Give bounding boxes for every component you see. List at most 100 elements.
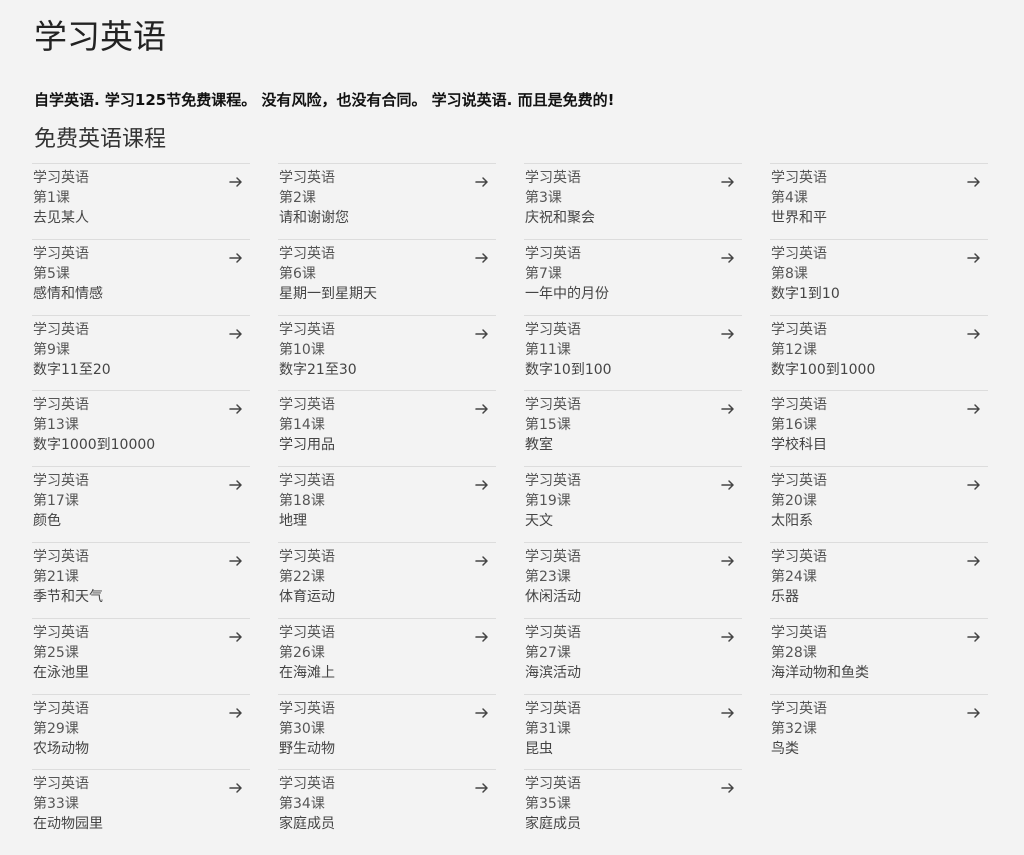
arrow-right-icon bbox=[721, 177, 734, 187]
lesson-link[interactable]: 学习英语 第2课 请和谢谢您 bbox=[278, 163, 496, 239]
arrow-right-icon bbox=[475, 328, 488, 339]
lesson-prefix: 学习英语 bbox=[525, 473, 581, 490]
lesson-name: 体育运动 bbox=[279, 588, 335, 605]
lesson-link[interactable]: 学习英语 第1课 去见某人 bbox=[32, 163, 250, 239]
lesson-link[interactable]: 学习英语 第8课 数字1到10 bbox=[770, 238, 988, 315]
lesson-link[interactable]: 学习英语 第33课 在动物园里 bbox=[32, 769, 250, 845]
lesson-link[interactable]: 学习英语 第34课 家庭成员 bbox=[278, 769, 496, 845]
arrow-right-icon bbox=[721, 632, 734, 642]
lesson-link[interactable]: 学习英语 第20课 太阳系 bbox=[770, 466, 988, 542]
arrow-right-icon bbox=[475, 707, 488, 718]
lesson-link[interactable]: 学习英语 第18课 地理 bbox=[278, 466, 496, 542]
lesson-name: 学校科目 bbox=[771, 437, 827, 454]
lesson-name: 请和谢谢您 bbox=[279, 210, 349, 226]
arrow-right-icon bbox=[475, 783, 488, 794]
section-title: 免费英语课程 bbox=[34, 127, 167, 152]
lesson-number: 第19课 bbox=[525, 493, 571, 510]
lesson-name: 一年中的月份 bbox=[525, 285, 609, 302]
lesson-number: 第20课 bbox=[771, 493, 817, 510]
arrow-right-icon bbox=[967, 632, 980, 642]
lesson-number: 第12课 bbox=[771, 341, 817, 358]
lesson-link[interactable]: 学习英语 第16课 学校科目 bbox=[770, 390, 988, 466]
lesson-link[interactable]: 学习英语第25课在泳池里 bbox=[32, 617, 250, 694]
lesson-number: 第22课 bbox=[279, 568, 325, 585]
lesson-link[interactable]: 学习英语 第26课 在海滩上 bbox=[278, 617, 496, 694]
lesson-name: 野生动物 bbox=[279, 740, 335, 757]
lesson-prefix: 学习英语 bbox=[33, 321, 89, 338]
lesson-prefix: 学习英语 bbox=[771, 321, 827, 338]
lesson-link[interactable]: 学习英语 第23课 休闲活动 bbox=[524, 541, 742, 618]
lesson-number: 第25课 bbox=[33, 644, 79, 661]
lesson-prefix: 学习英语 bbox=[525, 397, 581, 414]
lesson-number: 第35课 bbox=[525, 796, 571, 813]
lesson-number: 第11课 bbox=[525, 341, 571, 358]
lesson-link[interactable]: 学习英语第19课天文 bbox=[524, 466, 742, 542]
lesson-name: 海滨活动 bbox=[525, 664, 581, 681]
lesson-number: 第6课 bbox=[279, 265, 316, 282]
lesson-name: 数字100到1000 bbox=[771, 361, 876, 378]
lesson-number: 第32课 bbox=[771, 720, 817, 737]
lesson-link[interactable]: 学习英语 第28课 海洋动物和鱼类 bbox=[770, 617, 988, 694]
lesson-prefix: 学习英语 bbox=[33, 624, 89, 641]
lesson-number: 第24课 bbox=[771, 568, 817, 585]
arrow-right-icon bbox=[721, 480, 734, 490]
lesson-link[interactable]: 学习英语 第7课 一年中的月份 bbox=[524, 238, 742, 315]
lesson-link[interactable]: 学习英语 第3课 庆祝和聚会 bbox=[524, 163, 742, 239]
lesson-prefix: 学习英语 bbox=[771, 170, 827, 186]
lesson-link[interactable]: 学习英语 第11课 数字10到100 bbox=[524, 314, 742, 391]
arrow-right-icon bbox=[475, 556, 488, 566]
lesson-link[interactable]: 学习英语 第29课 农场动物 bbox=[32, 693, 250, 770]
arrow-right-icon bbox=[967, 253, 980, 263]
lesson-prefix: 学习英语 bbox=[33, 170, 89, 186]
lesson-link[interactable]: 学习英语 第14课 学习用品 bbox=[278, 390, 496, 466]
lesson-prefix: 学习英语 bbox=[525, 700, 581, 717]
lesson-prefix: 学习英语 bbox=[279, 245, 335, 262]
arrow-right-icon bbox=[721, 783, 734, 794]
arrow-right-icon bbox=[721, 253, 734, 263]
lesson-link[interactable]: 学习英语 第6课 星期一到星期天 bbox=[278, 238, 496, 315]
lesson-prefix: 学习英语 bbox=[771, 700, 827, 717]
arrow-right-icon bbox=[721, 556, 734, 566]
lesson-link[interactable]: 学习英语 第24课 乐器 bbox=[770, 541, 988, 618]
lesson-name: 昆虫 bbox=[525, 740, 553, 757]
lesson-prefix: 学习英语 bbox=[33, 473, 89, 490]
lesson-link[interactable]: 学习英语 第5课 感情和情感 bbox=[32, 238, 250, 315]
lesson-name: 数字21至30 bbox=[279, 361, 357, 378]
page: 学习英语 自学英语. 学习125节免费课程。 没有风险，也没有合同。 学习说英语… bbox=[0, 0, 1024, 855]
lesson-link[interactable]: 学习英语 第17课 颜色 bbox=[32, 466, 250, 542]
arrow-right-icon bbox=[967, 328, 980, 339]
lesson-prefix: 学习英语 bbox=[525, 548, 581, 565]
arrow-right-icon bbox=[967, 707, 980, 718]
lesson-link[interactable]: 学习英语 第35课 家庭成员 bbox=[524, 769, 742, 845]
lesson-number: 第23课 bbox=[525, 568, 571, 585]
lesson-name: 去见某人 bbox=[33, 210, 89, 226]
arrow-right-icon bbox=[229, 707, 242, 718]
lesson-prefix: 学习英语 bbox=[771, 245, 827, 262]
lesson-name: 在动物园里 bbox=[33, 816, 103, 833]
lesson-link[interactable]: 学习英语 第4课 世界和平 bbox=[770, 163, 988, 239]
lesson-link[interactable]: 学习英语 第22课 体育运动 bbox=[278, 541, 496, 618]
lesson-link[interactable]: 学习英语 第13课 数字1000到10000 bbox=[32, 390, 250, 466]
lesson-prefix: 学习英语 bbox=[279, 473, 335, 490]
lesson-number: 第18课 bbox=[279, 493, 325, 510]
lesson-number: 第33课 bbox=[33, 796, 79, 813]
lesson-prefix: 学习英语 bbox=[33, 397, 89, 414]
lesson-link[interactable]: 学习英语 第15课 教室 bbox=[524, 390, 742, 466]
lesson-link[interactable]: 学习英语 第21课 季节和天气 bbox=[32, 541, 250, 618]
lesson-link[interactable]: 学习英语第12课数字100到1000 bbox=[770, 314, 988, 391]
lesson-link[interactable]: 学习英语 第31课 昆虫 bbox=[524, 693, 742, 770]
lesson-link[interactable]: 学习英语 第32课 鸟类 bbox=[770, 693, 988, 770]
lesson-name: 天文 bbox=[525, 513, 553, 530]
lesson-link[interactable]: 学习英语 第27课 海滨活动 bbox=[524, 617, 742, 694]
lesson-number: 第34课 bbox=[279, 796, 325, 813]
arrow-right-icon bbox=[229, 556, 242, 566]
lesson-name: 在泳池里 bbox=[33, 664, 89, 681]
lesson-prefix: 学习英语 bbox=[771, 397, 827, 414]
lesson-link[interactable]: 学习英语 第9课 数字11至20 bbox=[32, 314, 250, 391]
arrow-right-icon bbox=[967, 177, 980, 187]
lesson-link[interactable]: 学习英语 第10课 数字21至30 bbox=[278, 314, 496, 391]
lesson-link[interactable]: 学习英语 第30课 野生动物 bbox=[278, 693, 496, 770]
lesson-number: 第17课 bbox=[33, 493, 79, 510]
lesson-prefix: 学习英语 bbox=[279, 170, 335, 186]
lesson-number: 第30课 bbox=[279, 720, 325, 737]
